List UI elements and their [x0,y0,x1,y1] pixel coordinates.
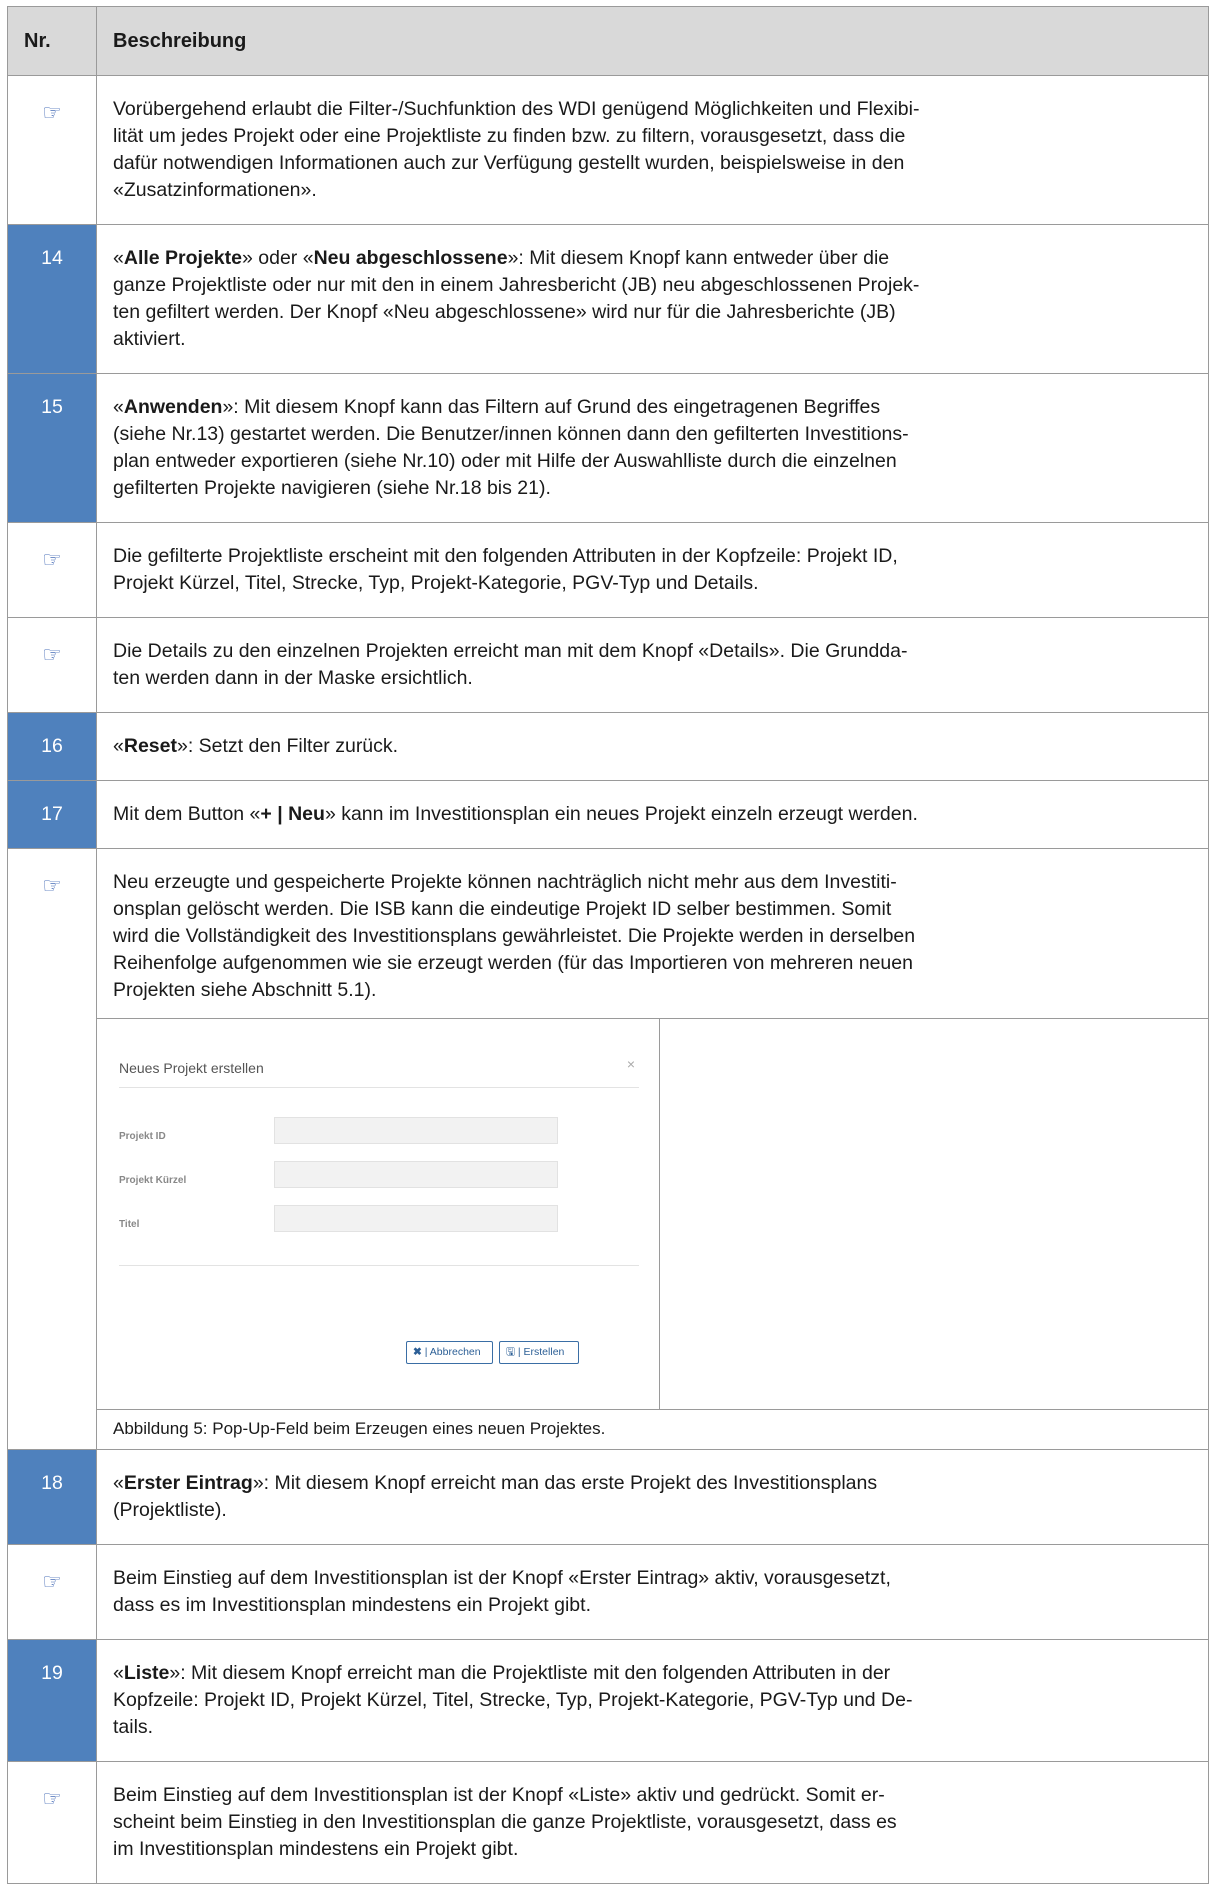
label-titel: Titel [119,1219,140,1230]
hint-cell: ☞ [7,1761,97,1884]
description-text: Neu erzeugte und gespeicherte Projekte k… [97,849,1208,1019]
description-text: «Alle Projekte» oder «Neu abgeschlossene… [113,247,920,350]
description-text: «Erster Eintrag»: Mit diesem Knopf errei… [113,1472,878,1521]
row-description: Vorübergehend erlaubt die Filter-/Suchfu… [96,75,1209,225]
figure: Neues Projekt erstellen × Projekt ID Pro… [97,1019,1208,1410]
save-icon: 🖫 [506,1346,515,1358]
hint-cell: ☞ [7,75,97,225]
row-number-text: 19 [41,1662,63,1684]
titel-input[interactable] [274,1205,558,1232]
pointing-hand-icon: ☞ [42,1786,62,1811]
row-description: «Reset»: Setzt den Filter zurück. [96,712,1209,781]
description-text: «Reset»: Setzt den Filter zurück. [113,735,399,757]
cancel-button-label: | Abbrechen [424,1346,481,1358]
description-text: «Anwenden»: Mit diesem Knopf kann das Fi… [113,396,909,499]
label-projekt-id: Projekt ID [119,1131,166,1142]
table-row: ☞ Die Details zu den einzelnen Projekten … [7,617,1209,713]
row-number: 17 [7,780,97,849]
table-row: 16 «Reset»: Setzt den Filter zurück. [7,712,1209,781]
table-row: ☞ Neu erzeugte und gespeicherte Projekte … [7,848,1209,1450]
table-header-row: Nr. Beschreibung [7,6,1209,76]
table-row: ☞ Beim Einstieg auf dem Investitionsplan … [7,1544,1209,1640]
close-icon[interactable]: × [627,1051,635,1078]
modal-divider [119,1087,639,1088]
row-description: Die Details zu den einzelnen Projekten e… [96,617,1209,713]
row-description: «Alle Projekte» oder «Neu abgeschlossene… [96,224,1209,374]
pointing-hand-icon: ☞ [42,100,62,125]
table-row: ☞ Beim Einstieg auf dem Investitionsplan … [7,1761,1209,1884]
projekt-id-input[interactable] [274,1117,558,1144]
cancel-button[interactable]: ✖ | Abbrechen [406,1341,493,1364]
table-row: 19 «Liste»: Mit diesem Knopf erreicht man… [7,1639,1209,1762]
figure-screenshot: Neues Projekt erstellen × Projekt ID Pro… [97,1019,660,1409]
row-number: 18 [7,1449,97,1545]
table-row: 15 «Anwenden»: Mit diesem Knopf kann das … [7,373,1209,523]
header-description: Beschreibung [96,6,1209,76]
row-number: 14 [7,224,97,374]
create-button-label: | Erstellen [517,1346,565,1358]
modal-title: Neues Projekt erstellen [119,1060,264,1076]
description-text: Vorübergehend erlaubt die Filter-/Suchfu… [113,98,920,201]
row-description: Die gefilterte Projektliste erscheint mi… [96,522,1209,618]
row-number-text: 16 [41,735,63,757]
row-description: Beim Einstieg auf dem Investitionsplan i… [96,1761,1209,1884]
pointing-hand-icon: ☞ [42,642,62,667]
description-text: «Liste»: Mit diesem Knopf erreicht man d… [113,1662,913,1738]
create-button[interactable]: 🖫 | Erstellen [499,1341,579,1364]
row-description: Neu erzeugte und gespeicherte Projekte k… [96,848,1209,1450]
table-row: 18 «Erster Eintrag»: Mit diesem Knopf err… [7,1449,1209,1545]
header-nr: Nr. [7,6,97,76]
hint-cell: ☞ [7,617,97,713]
table-row: 14 «Alle Projekte» oder «Neu abgeschlosse… [7,224,1209,374]
row-number: 15 [7,373,97,523]
row-description: Mit dem Button «+ | Neu» kann im Investi… [96,780,1209,849]
pointing-hand-icon: ☞ [42,1569,62,1594]
description-text: Mit dem Button «+ | Neu» kann im Investi… [113,803,918,825]
row-number: 16 [7,712,97,781]
row-description: «Liste»: Mit diesem Knopf erreicht man d… [96,1639,1209,1762]
label-projekt-kuerzel: Projekt Kürzel [119,1175,187,1186]
hint-cell: ☞ [7,848,97,1450]
projekt-kuerzel-input[interactable] [274,1161,558,1188]
table-row: ☞ Vorübergehend erlaubt die Filter-/Suchf… [7,75,1209,225]
table-row: ☞ Die gefilterte Projektliste erscheint m… [7,522,1209,618]
row-number-text: 15 [41,396,63,418]
description-text: Die gefilterte Projektliste erscheint mi… [113,545,898,594]
row-description: «Erster Eintrag»: Mit diesem Knopf errei… [96,1449,1209,1545]
close-icon: ✖ [413,1346,422,1358]
new-project-modal: Neues Projekt erstellen × Projekt ID Pro… [107,1029,649,1399]
row-description: Beim Einstieg auf dem Investitionsplan i… [96,1544,1209,1640]
hint-cell: ☞ [7,522,97,618]
row-description: «Anwenden»: Mit diesem Knopf kann das Fi… [96,373,1209,523]
description-table: Nr. Beschreibung ☞ Vorübergehend erlaubt … [7,6,1209,1884]
hint-cell: ☞ [7,1544,97,1640]
modal-divider [119,1265,639,1266]
description-text: Beim Einstieg auf dem Investitionsplan i… [113,1784,897,1860]
row-number: 19 [7,1639,97,1762]
figure-caption: Abbildung 5: Pop-Up-Feld beim Erzeugen e… [113,1419,606,1438]
row-number-text: 18 [41,1472,63,1494]
description-text: Beim Einstieg auf dem Investitionsplan i… [113,1567,891,1616]
description-text: Die Details zu den einzelnen Projekten e… [113,640,908,689]
table-row: 17 Mit dem Button «+ | Neu» kann im Inves… [7,780,1209,849]
pointing-hand-icon: ☞ [42,547,62,572]
row-number-text: 14 [41,247,63,269]
row-number-text: 17 [41,803,63,825]
pointing-hand-icon: ☞ [42,873,62,898]
